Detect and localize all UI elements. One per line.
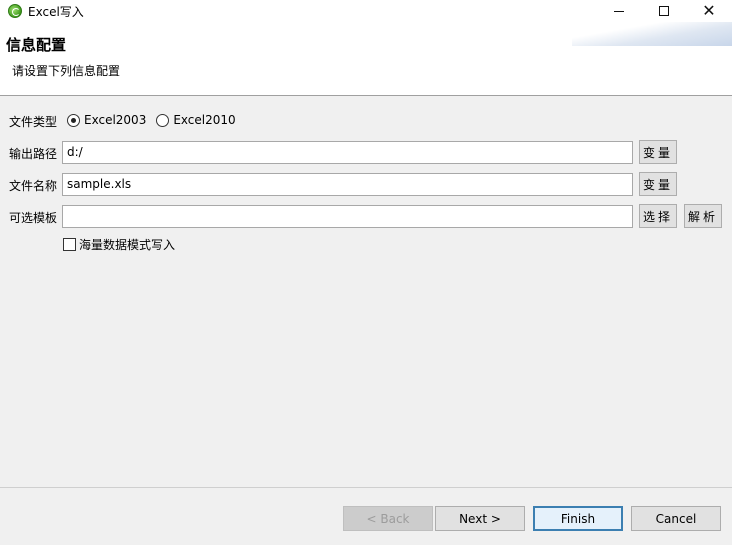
maximize-icon xyxy=(659,6,669,16)
page-description: 请设置下列信息配置 xyxy=(12,64,121,78)
output-path-variable-button[interactable]: 变量 xyxy=(639,140,677,164)
radio-excel2003[interactable] xyxy=(67,113,80,127)
radio-excel2010[interactable] xyxy=(156,113,170,127)
file-type-radio-group: Excel2003 Excel2010 xyxy=(67,113,246,127)
page-title: 信息配置 xyxy=(6,36,67,54)
file-name-input[interactable]: sample.xls xyxy=(62,173,633,196)
footer-divider xyxy=(0,487,732,488)
cancel-button[interactable]: Cancel xyxy=(631,506,721,531)
mass-data-checkbox[interactable] xyxy=(63,238,76,251)
template-select-button[interactable]: 选择 xyxy=(639,204,677,228)
file-name-label: 文件名称 xyxy=(9,179,58,193)
close-icon: ✕ xyxy=(702,1,716,20)
mass-data-label[interactable]: 海量数据模式写入 xyxy=(79,236,175,253)
wizard-header: 信息配置 请设置下列信息配置 xyxy=(0,22,732,96)
output-path-label: 输出路径 xyxy=(9,147,58,161)
template-label: 可选模板 xyxy=(9,211,58,225)
template-parse-button[interactable]: 解析 xyxy=(684,204,722,228)
file-name-variable-button[interactable]: 变量 xyxy=(639,172,677,196)
header-banner xyxy=(572,22,732,46)
title-bar: Excel写入 ✕ xyxy=(0,0,732,22)
maximize-button[interactable] xyxy=(641,0,687,22)
back-button[interactable]: < Back xyxy=(343,506,433,531)
mass-data-row: 海量数据模式写入 xyxy=(63,236,175,253)
file-type-label: 文件类型 xyxy=(9,115,58,129)
close-button[interactable]: ✕ xyxy=(686,0,732,22)
finish-button[interactable]: Finish xyxy=(533,506,623,531)
app-logo-icon xyxy=(8,4,22,18)
output-path-input[interactable]: d:/ xyxy=(62,141,633,164)
radio-excel2003-label[interactable]: Excel2003 xyxy=(84,113,146,127)
config-form: 文件类型 Excel2003 Excel2010 输出路径 d:/ 变量 文件名… xyxy=(0,97,732,487)
radio-excel2010-label[interactable]: Excel2010 xyxy=(173,113,235,127)
next-button[interactable]: Next > xyxy=(435,506,525,531)
minimize-icon xyxy=(614,10,624,12)
minimize-button[interactable] xyxy=(596,0,642,22)
window-title: Excel写入 xyxy=(28,5,84,19)
template-input[interactable] xyxy=(62,205,633,228)
